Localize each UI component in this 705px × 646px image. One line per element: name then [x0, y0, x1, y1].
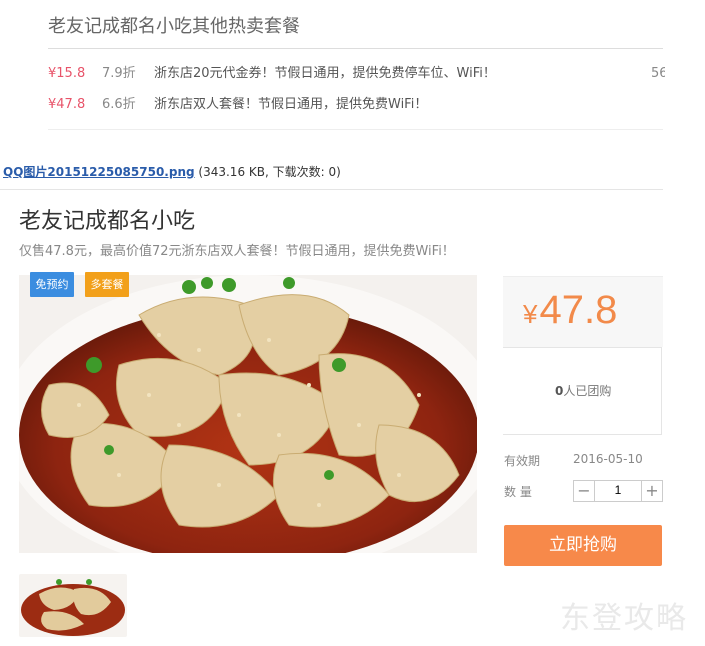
attachment-link[interactable]: QQ图片20151225085750.png: [3, 165, 195, 179]
increase-button[interactable]: +: [641, 481, 662, 501]
deal-description-link[interactable]: 浙东店双人套餐！节假日通用，提供免费WiFi！: [154, 94, 427, 116]
quantity-stepper[interactable]: − +: [573, 480, 663, 502]
attachment-line: QQ图片20151225085750.png (343.16 KB, 下载次数:…: [3, 163, 341, 180]
deal-price-large: ¥47.8: [523, 288, 617, 333]
deal-price: ¥47.8: [48, 97, 86, 112]
sold-count-text: 0人已团购: [555, 382, 611, 399]
deal-discount: 6.6折: [102, 97, 136, 112]
deal-row[interactable]: ¥47.8 6.6折 浙东店双人套餐！节假日通用，提供免费WiFi！: [48, 94, 668, 116]
validity-label: 有效期: [504, 454, 541, 468]
divider: [48, 129, 663, 130]
currency-symbol: ¥: [523, 299, 538, 329]
deal-row[interactable]: ¥15.8 7.9折 浙东店20元代金券！节假日通用，提供免费停车位、WiFi！…: [48, 63, 668, 85]
decrease-button[interactable]: −: [574, 481, 595, 501]
divider: [0, 189, 663, 190]
deal-sold-count: 56: [651, 66, 665, 81]
attachment-info: (343.16 KB, 下载次数: 0): [194, 165, 341, 179]
divider: [48, 48, 663, 49]
quantity-label: 数 量: [504, 485, 532, 499]
product-title: 老友记成都名小吃: [19, 209, 196, 234]
product-image: [19, 275, 477, 553]
watermark-logo: 东登攻略: [560, 601, 688, 636]
product-subtitle: 仅售47.8元，最高价值72元浙东店双人套餐！节假日通用，提供免费WiFi！: [19, 244, 455, 259]
price-value: 47.8: [539, 288, 618, 332]
product-thumbnail[interactable]: [19, 574, 127, 637]
no-reservation-badge: 免预约: [30, 272, 74, 297]
validity-date: 2016-05-10: [573, 452, 643, 466]
other-deals-title: 老友记成都名小吃其他热卖套餐: [48, 16, 300, 37]
deal-price: ¥15.8: [48, 66, 86, 81]
noodle-thumbnail-image: [19, 574, 127, 637]
noodle-dish-image: [19, 275, 477, 553]
buy-now-button[interactable]: 立即抢购: [504, 525, 662, 566]
sold-suffix: 人已团购: [563, 384, 612, 398]
multi-package-badge: 多套餐: [85, 272, 129, 297]
deal-discount: 7.9折: [102, 66, 136, 81]
deal-description-link[interactable]: 浙东店20元代金券！节假日通用，提供免费停车位、WiFi！: [154, 63, 496, 85]
quantity-input[interactable]: [595, 481, 641, 499]
